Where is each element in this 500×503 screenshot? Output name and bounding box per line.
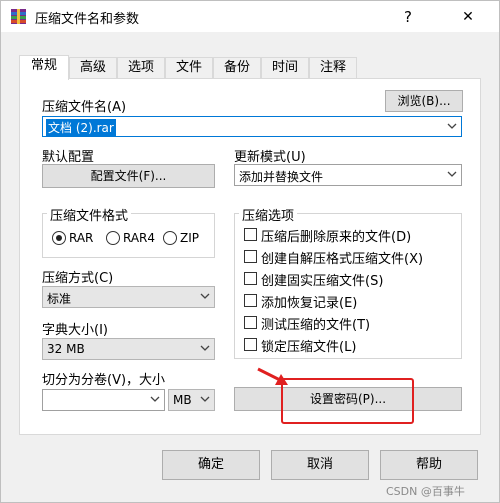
checkbox-delete-after-label: 压缩后删除原来的文件(D) bbox=[261, 230, 412, 245]
tab-time[interactable]: 时间 bbox=[261, 57, 309, 79]
archive-settings-dialog: 压缩文件名和参数 ? ✕ 常规 高级 选项 文件 备份 时间 注释 压缩文件名(… bbox=[0, 0, 500, 503]
split-size-combo[interactable] bbox=[42, 389, 165, 411]
chevron-down-icon bbox=[200, 396, 210, 402]
radio-zip[interactable] bbox=[163, 231, 177, 245]
method-label: 压缩方式(C) bbox=[42, 271, 114, 286]
profile-label: 默认配置 bbox=[42, 150, 95, 165]
split-unit-select[interactable]: MB bbox=[168, 389, 215, 411]
chevron-down-icon bbox=[447, 171, 457, 177]
help-button[interactable]: 帮助 bbox=[380, 450, 478, 480]
title-bar: 压缩文件名和参数 ? ✕ bbox=[1, 1, 499, 32]
chevron-down-icon bbox=[200, 293, 210, 299]
archive-name-label: 压缩文件名(A) bbox=[42, 100, 127, 115]
dictionary-select[interactable]: 32 MB bbox=[42, 338, 215, 360]
checkbox-sfx[interactable] bbox=[244, 250, 257, 263]
radio-zip-label: ZIP bbox=[180, 231, 199, 245]
checkbox-lock-archive-label: 锁定压缩文件(L) bbox=[261, 340, 357, 355]
update-mode-value: 添加并替换文件 bbox=[239, 170, 324, 184]
update-mode-label: 更新模式(U) bbox=[234, 150, 306, 165]
tab-options[interactable]: 选项 bbox=[117, 57, 165, 79]
radio-rar[interactable] bbox=[52, 231, 66, 245]
window-title: 压缩文件名和参数 bbox=[35, 12, 140, 27]
cancel-button[interactable]: 取消 bbox=[271, 450, 369, 480]
compression-options-title: 压缩选项 bbox=[239, 205, 298, 224]
checkbox-test-files-label: 测试压缩的文件(T) bbox=[261, 318, 371, 333]
checkbox-sfx-label: 创建自解压格式压缩文件(X) bbox=[261, 252, 424, 267]
tab-comment[interactable]: 注释 bbox=[309, 57, 357, 79]
split-label: 切分为分卷(V)，大小 bbox=[42, 373, 166, 388]
checkbox-solid[interactable] bbox=[244, 272, 257, 285]
checkbox-test-files[interactable] bbox=[244, 316, 257, 329]
tab-backup[interactable]: 备份 bbox=[213, 57, 261, 79]
browse-button[interactable]: 浏览(B)... bbox=[385, 90, 463, 112]
profile-button[interactable]: 配置文件(F)... bbox=[42, 164, 215, 188]
tab-advanced[interactable]: 高级 bbox=[69, 57, 117, 79]
chevron-down-icon bbox=[150, 396, 160, 402]
watermark: CSDN @百事牛 bbox=[386, 485, 465, 498]
radio-rar4[interactable] bbox=[106, 231, 120, 245]
format-group-title: 压缩文件格式 bbox=[47, 205, 132, 224]
split-unit-value: MB bbox=[173, 393, 192, 407]
winrar-icon bbox=[11, 9, 26, 24]
tab-files[interactable]: 文件 bbox=[165, 57, 213, 79]
method-select[interactable]: 标准 bbox=[42, 286, 215, 308]
archive-name-combo[interactable]: 文档 (2).rar bbox=[42, 116, 462, 137]
checkbox-lock-archive[interactable] bbox=[244, 338, 257, 351]
help-title-button[interactable]: ? bbox=[391, 5, 425, 29]
dictionary-value: 32 MB bbox=[47, 342, 85, 356]
close-button[interactable]: ✕ bbox=[451, 5, 485, 29]
archive-name-value: 文档 (2).rar bbox=[46, 119, 116, 136]
tab-general[interactable]: 常规 bbox=[19, 55, 69, 80]
checkbox-delete-after[interactable] bbox=[244, 228, 257, 241]
ok-button[interactable]: 确定 bbox=[162, 450, 260, 480]
method-value: 标准 bbox=[47, 292, 72, 306]
checkbox-recovery-record-label: 添加恢复记录(E) bbox=[261, 296, 358, 311]
checkbox-solid-label: 创建固实压缩文件(S) bbox=[261, 274, 384, 289]
chevron-down-icon[interactable] bbox=[447, 121, 457, 131]
annotation-highlight-box bbox=[281, 378, 414, 424]
update-mode-select[interactable]: 添加并替换文件 bbox=[234, 164, 462, 186]
checkbox-recovery-record[interactable] bbox=[244, 294, 257, 307]
chevron-down-icon bbox=[200, 345, 210, 351]
radio-rar4-label: RAR4 bbox=[123, 231, 156, 245]
radio-rar-label: RAR bbox=[69, 231, 94, 245]
dictionary-label: 字典大小(I) bbox=[42, 323, 108, 338]
radio-selected-dot bbox=[56, 235, 62, 241]
